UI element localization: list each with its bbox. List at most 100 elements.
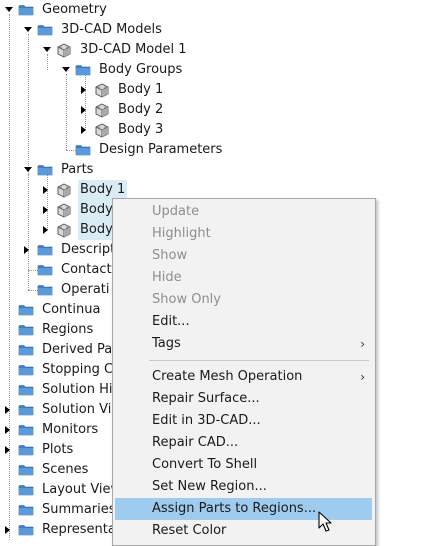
folder-icon [75, 62, 91, 78]
cad-body-icon [94, 102, 110, 118]
menu-item-tags[interactable]: Tags › [113, 333, 375, 355]
folder-icon [18, 382, 34, 398]
folder-icon [75, 142, 91, 158]
triangle-right-icon[interactable] [78, 125, 88, 135]
triangle-right-icon[interactable] [2, 525, 12, 535]
menu-item-edit-in-3d-cad[interactable]: Edit in 3D-CAD... [113, 410, 375, 432]
tree-item-stopping-criteria[interactable]: Stopping Cr [0, 360, 118, 380]
tree-item-label: Monitors [42, 422, 99, 437]
tree-item-label: Operati [61, 282, 110, 297]
tree-item-label: Summaries [42, 502, 116, 517]
triangle-right-icon[interactable] [2, 445, 12, 455]
triangle-right-icon[interactable] [2, 405, 12, 415]
menu-item-set-new-region[interactable]: Set New Region... [113, 476, 375, 498]
folder-icon [37, 262, 53, 278]
triangle-down-icon[interactable] [4, 5, 14, 15]
tree-item-descriptions[interactable]: Descript [0, 240, 115, 260]
tree-item-design-parameters[interactable]: Design Parameters [0, 140, 240, 160]
cad-body-icon [94, 122, 110, 138]
triangle-right-icon[interactable] [78, 105, 88, 115]
tree-item-body-3[interactable]: Body 3 [0, 120, 200, 140]
tree-item-part-body-1[interactable]: Body 1 [0, 180, 130, 200]
folder-icon [18, 302, 34, 318]
tree-item-solution-views[interactable]: Solution Vi [0, 400, 112, 420]
menu-item-convert-to-shell[interactable]: Convert To Shell [113, 454, 375, 476]
menu-item-hide: Hide [152, 270, 182, 285]
tree-item-derived-parts[interactable]: Derived Par [0, 340, 118, 360]
cad-body-icon [94, 82, 110, 98]
tree-item-representations[interactable]: Representat [0, 520, 121, 540]
tree-item-part-body-3[interactable]: Body [0, 220, 115, 240]
tree-item-part-body-2[interactable]: Body [0, 200, 115, 220]
tree-item-label: Design Parameters [99, 142, 223, 157]
folder-icon [18, 422, 34, 438]
tree-item-label: 3D-CAD Models [61, 22, 162, 37]
tree-item-plots[interactable]: Plots [0, 440, 112, 460]
menu-separator [149, 360, 369, 361]
tree-item-solution-histories[interactable]: Solution Hi [0, 380, 112, 400]
tree-item-body-1[interactable]: Body 1 [0, 80, 200, 100]
tree-item-contacts[interactable]: Contacts [0, 260, 118, 280]
menu-item-edit[interactable]: Edit... [113, 311, 375, 333]
folder-icon [18, 442, 34, 458]
tree-item-label: Continua [42, 302, 101, 317]
tree-item-label: Derived Par [42, 342, 118, 357]
folder-icon [18, 362, 34, 378]
menu-item-create-mesh-operation[interactable]: Create Mesh Operation › [113, 366, 375, 388]
triangle-down-icon[interactable] [23, 165, 33, 175]
tree-item-3d-cad-model-1[interactable]: 3D-CAD Model 1 [0, 40, 200, 60]
tree-item-continua[interactable]: Continua [0, 300, 112, 320]
tree-item-body-2[interactable]: Body 2 [0, 100, 200, 120]
tree-item-label: Contacts [61, 262, 119, 277]
cad-body-icon [56, 222, 72, 238]
folder-icon [37, 162, 53, 178]
triangle-right-icon[interactable] [21, 245, 31, 255]
tree-item-summaries[interactable]: Summaries [0, 500, 116, 520]
tree-item-3d-cad-models[interactable]: 3D-CAD Models [0, 20, 200, 40]
triangle-right-icon[interactable] [78, 85, 88, 95]
menu-item-show-only: Show Only [152, 292, 221, 307]
tree-item-regions[interactable]: Regions [0, 320, 112, 340]
triangle-down-icon[interactable] [61, 65, 71, 75]
tree-item-label: Layout View [42, 482, 122, 497]
folder-icon [18, 482, 34, 498]
folder-icon [18, 502, 34, 518]
folder-icon [18, 462, 34, 478]
menu-item-repair-surface[interactable]: Repair Surface... [113, 388, 375, 410]
menu-item-repair-cad[interactable]: Repair CAD... [113, 432, 375, 454]
context-menu: Update Highlight Show Hide Show Only Edi… [112, 198, 376, 546]
tree-item-label: Scenes [42, 462, 89, 477]
menu-item-highlight: Highlight [152, 226, 211, 241]
menu-item-update: Update [152, 204, 200, 219]
tree-item-label: Solution Hi [42, 382, 113, 397]
tree-item-geometry[interactable]: Geometry [0, 0, 200, 20]
mouse-pointer-icon [318, 511, 332, 532]
tree-item-layout-views[interactable]: Layout View [0, 480, 121, 500]
tree-item-label: Body [78, 220, 115, 240]
tree-item-operations[interactable]: Operati [0, 280, 112, 300]
tree-item-label: Plots [42, 442, 74, 457]
tree-item-label: Body 2 [118, 102, 164, 117]
cad-body-icon [56, 182, 72, 198]
tree-item-label: Body 1 [78, 180, 128, 200]
menu-item-reset-color[interactable]: Reset Color [113, 520, 375, 542]
folder-icon [18, 522, 34, 538]
tree-item-label: Parts [61, 162, 94, 177]
triangle-right-icon[interactable] [40, 225, 50, 235]
cad-body-icon [56, 42, 72, 58]
tree-item-body-groups[interactable]: Body Groups [0, 60, 200, 80]
triangle-right-icon[interactable] [2, 425, 12, 435]
chevron-right-icon: › [360, 337, 365, 351]
triangle-down-icon[interactable] [23, 25, 33, 35]
tree-item-label: Body Groups [99, 62, 183, 77]
tree-item-label: Regions [42, 322, 94, 337]
tree-item-label: Body 3 [118, 122, 164, 137]
tree-item-parts[interactable]: Parts [0, 160, 200, 180]
menu-item-show: Show [152, 248, 188, 263]
folder-icon [37, 242, 53, 258]
tree-item-scenes[interactable]: Scenes [0, 460, 112, 480]
triangle-right-icon[interactable] [40, 205, 50, 215]
tree-item-monitors[interactable]: Monitors [0, 420, 112, 440]
triangle-down-icon[interactable] [42, 45, 52, 55]
triangle-right-icon[interactable] [40, 185, 50, 195]
